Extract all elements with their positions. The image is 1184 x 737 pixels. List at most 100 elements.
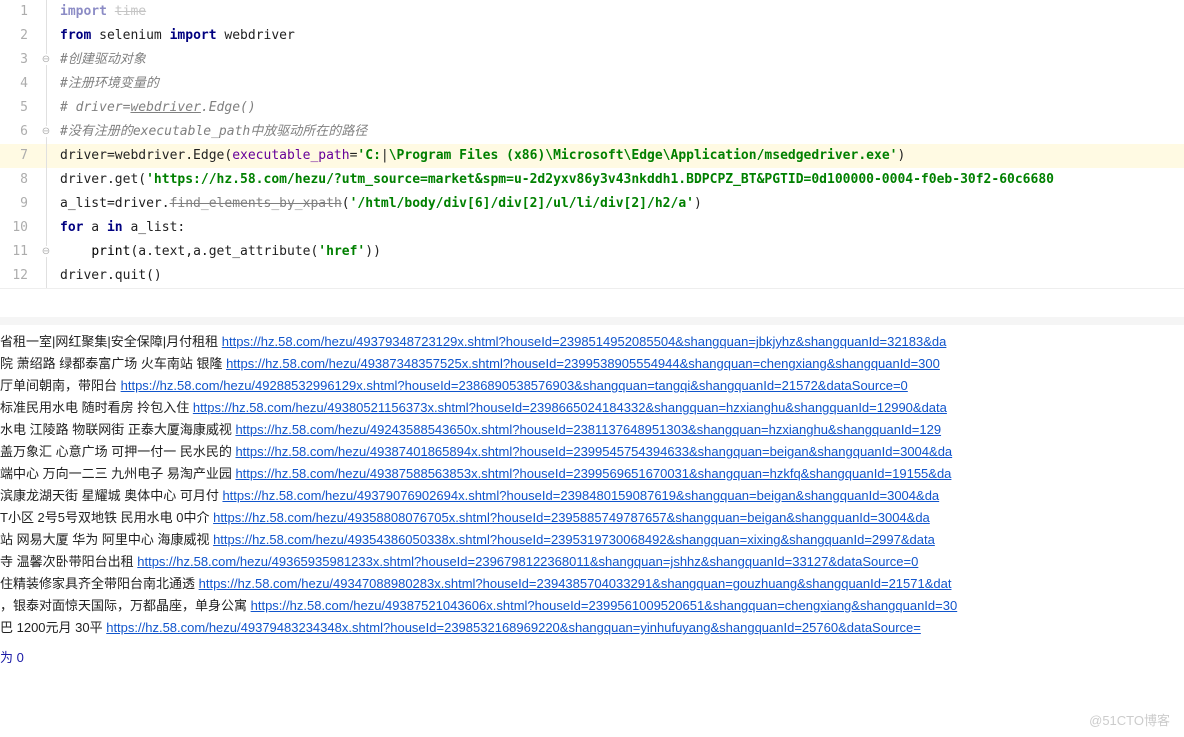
code-content[interactable]: driver.get('https://hz.58.com/hezu/?utm_… (56, 168, 1184, 192)
code-line[interactable]: 5 # driver=webdriver.Edge() (0, 96, 1184, 120)
line-number: 3 (0, 48, 36, 72)
code-content[interactable]: # driver=webdriver.Edge() (56, 96, 1184, 120)
fold-gutter (36, 216, 56, 240)
console-link[interactable]: https://hz.58.com/hezu/49358808076705x.s… (213, 510, 930, 525)
console-link[interactable]: https://hz.58.com/hezu/49354386050338x.s… (213, 532, 935, 547)
blank-area (0, 289, 1184, 317)
console-text: T小区 2号5号双地铁 民用水电 0中介 (0, 510, 213, 525)
code-line[interactable]: 8 driver.get('https://hz.58.com/hezu/?utm… (0, 168, 1184, 192)
console-link[interactable]: https://hz.58.com/hezu/49387401865894x.s… (235, 444, 952, 459)
code-line[interactable]: 1 import time (0, 0, 1184, 24)
line-number: 9 (0, 192, 36, 216)
console-text: 寺 温馨次卧带阳台出租 (0, 554, 137, 569)
console-link[interactable]: https://hz.58.com/hezu/49379076902694x.s… (222, 488, 939, 503)
line-number: 5 (0, 96, 36, 120)
fold-gutter[interactable]: ⊖ (36, 48, 56, 72)
fold-gutter (36, 192, 56, 216)
fold-gutter[interactable]: ⊖ (36, 240, 56, 264)
console-line: 巴 1200元月 30平 https://hz.58.com/hezu/4937… (0, 617, 1184, 639)
code-editor[interactable]: 1 import time 2 from selenium import webdri… (0, 0, 1184, 289)
watermark: @51CTO博客 (1089, 710, 1170, 729)
code-line[interactable]: 6 ⊖ #没有注册的executable_path中放驱动所在的路径 (0, 120, 1184, 144)
line-number: 2 (0, 24, 36, 48)
console-link[interactable]: https://hz.58.com/hezu/49347088980283x.s… (199, 576, 952, 591)
console-link[interactable]: https://hz.58.com/hezu/49243588543650x.s… (235, 422, 941, 437)
fold-icon[interactable]: ⊖ (42, 54, 50, 65)
console-link[interactable]: https://hz.58.com/hezu/49379483234348x.s… (106, 620, 921, 635)
console-line: 寺 温馨次卧带阳台出租 https://hz.58.com/hezu/49365… (0, 551, 1184, 573)
console-link[interactable]: https://hz.58.com/hezu/49288532996129x.s… (121, 378, 908, 393)
console-line: 住精装修家具齐全带阳台南北通透 https://hz.58.com/hezu/4… (0, 573, 1184, 595)
code-line[interactable]: 2 from selenium import webdriver (0, 24, 1184, 48)
line-number: 10 (0, 216, 36, 240)
line-number: 7 (0, 144, 36, 168)
console-text: 盖万象汇 心意广场 可押一付一 民水民的 (0, 444, 235, 459)
console-link[interactable]: https://hz.58.com/hezu/49387588563853x.s… (235, 466, 951, 481)
console-link[interactable]: https://hz.58.com/hezu/49387348357525x.s… (226, 356, 940, 371)
console-link[interactable]: https://hz.58.com/hezu/49387521043606x.s… (251, 598, 958, 613)
line-number: 1 (0, 0, 36, 24)
console-text: 标准民用水电 随时看房 拎包入住 (0, 400, 193, 415)
line-number: 4 (0, 72, 36, 96)
console-line: ，银泰对面惊天国际，万都晶座，单身公寓 https://hz.58.com/he… (0, 595, 1184, 617)
console-text: 滨康龙湖天街 星耀城 奥体中心 可月付 (0, 488, 222, 503)
code-content[interactable]: #创建驱动对象 (56, 48, 1184, 72)
code-line[interactable]: 9 a_list=driver.find_elements_by_xpath('/… (0, 192, 1184, 216)
line-number: 11 (0, 240, 36, 264)
code-content[interactable]: for a in a_list: (56, 216, 1184, 240)
console-text: ，银泰对面惊天国际，万都晶座，单身公寓 (0, 598, 251, 613)
console-line: 标准民用水电 随时看房 拎包入住 https://hz.58.com/hezu/… (0, 397, 1184, 419)
code-content[interactable]: driver.quit() (56, 264, 1184, 288)
fold-gutter (36, 0, 56, 24)
console-text: 水电 江陵路 物联网街 正泰大厦海康威视 (0, 422, 235, 437)
console-text: 厅单间朝南，带阳台 (0, 378, 121, 393)
fold-icon[interactable]: ⊖ (42, 126, 50, 137)
output-console[interactable]: 省租一室|网红聚集|安全保障|月付租租 https://hz.58.com/he… (0, 325, 1184, 676)
fold-gutter (36, 96, 56, 120)
code-line[interactable]: 7 driver=webdriver.Edge(executable_path='… (0, 144, 1184, 168)
line-number: 12 (0, 264, 36, 288)
fold-gutter (36, 72, 56, 96)
code-line[interactable]: 11 ⊖ print(a.text,a.get_attribute('href')… (0, 240, 1184, 264)
console-line: 滨康龙湖天街 星耀城 奥体中心 可月付 https://hz.58.com/he… (0, 485, 1184, 507)
fold-gutter (36, 168, 56, 192)
code-content[interactable]: from selenium import webdriver (56, 24, 1184, 48)
console-line: 院 萧绍路 绿都泰富广场 火车南站 银隆 https://hz.58.com/h… (0, 353, 1184, 375)
console-text: 端中心 万向一二三 九州电子 易淘产业园 (0, 466, 235, 481)
console-line: 厅单间朝南，带阳台 https://hz.58.com/hezu/4928853… (0, 375, 1184, 397)
code-line[interactable]: 10 for a in a_list: (0, 216, 1184, 240)
status-label: 为 (0, 650, 17, 665)
console-line: 省租一室|网红聚集|安全保障|月付租租 https://hz.58.com/he… (0, 331, 1184, 353)
console-line: 端中心 万向一二三 九州电子 易淘产业园 https://hz.58.com/h… (0, 463, 1184, 485)
status-value: 0 (17, 650, 24, 665)
fold-icon[interactable]: ⊖ (42, 246, 50, 257)
console-line: T小区 2号5号双地铁 民用水电 0中介 https://hz.58.com/h… (0, 507, 1184, 529)
console-link[interactable]: https://hz.58.com/hezu/49379348723129x.s… (222, 334, 947, 349)
code-line[interactable]: 4 #注册环境变量的 (0, 72, 1184, 96)
code-content[interactable]: import time (56, 0, 1184, 24)
console-text: 院 萧绍路 绿都泰富广场 火车南站 银隆 (0, 356, 226, 371)
exit-status: 为 0 (0, 639, 1184, 670)
console-line: 站 网易大厦 华为 阿里中心 海康威视 https://hz.58.com/he… (0, 529, 1184, 551)
fold-gutter (36, 264, 56, 288)
fold-gutter (36, 144, 56, 168)
console-text: 站 网易大厦 华为 阿里中心 海康威视 (0, 532, 213, 547)
code-content[interactable]: driver=webdriver.Edge(executable_path='C… (56, 144, 1184, 168)
line-number: 8 (0, 168, 36, 192)
console-link[interactable]: https://hz.58.com/hezu/49380521156373x.s… (193, 400, 947, 415)
separator (0, 317, 1184, 325)
console-text: 巴 1200元月 30平 (0, 620, 106, 635)
code-line[interactable]: 12 driver.quit() (0, 264, 1184, 288)
console-text: 省租一室|网红聚集|安全保障|月付租租 (0, 334, 222, 349)
code-content[interactable]: #没有注册的executable_path中放驱动所在的路径 (56, 120, 1184, 144)
code-line[interactable]: 3 ⊖ #创建驱动对象 (0, 48, 1184, 72)
fold-gutter[interactable]: ⊖ (36, 120, 56, 144)
line-number: 6 (0, 120, 36, 144)
code-content[interactable]: a_list=driver.find_elements_by_xpath('/h… (56, 192, 1184, 216)
console-text: 住精装修家具齐全带阳台南北通透 (0, 576, 199, 591)
code-content[interactable]: #注册环境变量的 (56, 72, 1184, 96)
fold-gutter (36, 24, 56, 48)
console-line: 盖万象汇 心意广场 可押一付一 民水民的 https://hz.58.com/h… (0, 441, 1184, 463)
console-link[interactable]: https://hz.58.com/hezu/49365935981233x.s… (137, 554, 918, 569)
code-content[interactable]: print(a.text,a.get_attribute('href')) (56, 240, 1184, 264)
